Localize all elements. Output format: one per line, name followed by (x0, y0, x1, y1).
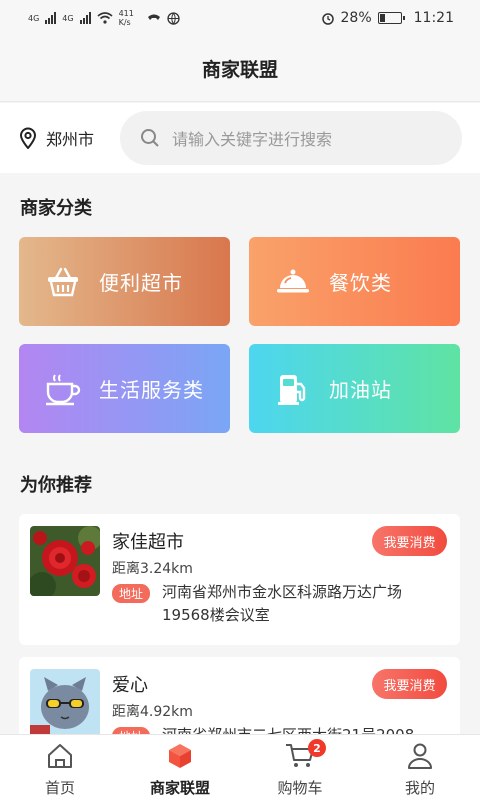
tab-cart[interactable]: 2 购物车 (240, 735, 360, 800)
shop-image-cat (30, 669, 100, 734)
shop-address: 河南省郑州市金水区科源路万达广场19568楼会议室 (162, 583, 403, 624)
address-badge: 地址 (112, 584, 151, 603)
coffee-cup-icon (45, 371, 81, 407)
wifi-icon (97, 12, 113, 24)
category-life-service[interactable]: 生活服务类 (19, 344, 230, 433)
search-icon (141, 129, 159, 147)
shop-image-roses (30, 526, 100, 596)
shop-address: 河南省郑州市二七区西大街21号2008 (162, 724, 447, 734)
city-label: 郑州市 (46, 130, 95, 149)
consume-button[interactable]: 我要消费 (372, 526, 447, 556)
category-catering[interactable]: 餐饮类 (249, 237, 460, 326)
page-title: 商家联盟 (201, 59, 278, 81)
signal-icon-2 (79, 12, 91, 24)
cube-icon (166, 741, 194, 771)
basket-icon (45, 264, 81, 300)
category-gas-station[interactable]: 加油站 (249, 344, 460, 433)
network-speed: 411 K/s (118, 9, 134, 27)
shop-name: 家佳超市 (112, 532, 184, 553)
shop-name: 爱心 (112, 675, 148, 696)
category-label: 生活服务类 (99, 378, 204, 402)
network-label-2: 4G (62, 13, 74, 23)
tab-label: 商家联盟 (149, 779, 210, 797)
battery-percent: 28% (340, 10, 372, 26)
status-bar: 4G 4G 411 K/s 28% 11:21 (0, 0, 480, 36)
home-icon (46, 741, 74, 771)
location-pin-icon (19, 127, 37, 149)
phone-icon (147, 14, 160, 20)
category-label: 加油站 (329, 378, 392, 402)
nav-header: 商家联盟 (0, 36, 480, 102)
consume-button[interactable]: 我要消费 (372, 669, 447, 699)
globe-icon (166, 11, 180, 25)
battery-fill (379, 14, 385, 22)
shop-card[interactable]: 家佳超市 距离3.24km 地址 河南省郑州市金水区科源路万达广场19568楼会… (19, 514, 460, 645)
cart-count-badge: 2 (308, 739, 326, 757)
search-placeholder: 请输入关键字进行搜索 (172, 130, 333, 149)
shop-distance: 距离3.24km (112, 561, 193, 577)
clock: 11:21 (413, 10, 454, 26)
search-row: 郑州市 请输入关键字进行搜索 (0, 103, 480, 173)
status-right: 28% 11:21 (321, 10, 454, 26)
category-label: 便利超市 (99, 271, 183, 295)
shop-distance: 距离4.92km (112, 704, 193, 720)
category-convenience-store[interactable]: 便利超市 (19, 237, 230, 326)
tab-home[interactable]: 首页 (0, 735, 120, 800)
status-left: 4G 4G 411 K/s (28, 9, 180, 27)
tab-mine[interactable]: 我的 (360, 735, 480, 800)
battery-icon (377, 12, 405, 24)
tab-label: 购物车 (277, 779, 323, 797)
signal-icon (45, 12, 57, 24)
user-icon (407, 741, 433, 771)
city-selector[interactable]: 郑州市 (18, 126, 120, 150)
food-cloche-icon (275, 264, 311, 300)
network-label-1: 4G (28, 13, 40, 23)
alarm-icon (321, 13, 334, 25)
address-badge: 地址 (112, 727, 151, 734)
recommend-section: 为你推荐 家佳超市 距离3.24km 地址 河南省郑州市金水区科源路万达广场19… (0, 444, 480, 734)
category-section: 商家分类 便利超市 餐饮类 生活服务类 加油站 (0, 174, 480, 444)
tab-label: 我的 (404, 779, 435, 797)
search-input[interactable]: 请输入关键字进行搜索 (120, 111, 462, 165)
shop-card[interactable]: 爱心 距离4.92km 地址 河南省郑州市二七区西大街21号2008 我要消费 (19, 657, 460, 734)
gas-pump-icon (275, 371, 311, 407)
bottom-tab-bar: 首页 商家联盟 2 购物车 我的 (0, 734, 480, 800)
category-label: 餐饮类 (329, 271, 392, 295)
recommend-section-title: 为你推荐 (20, 475, 92, 496)
tab-label: 首页 (44, 779, 75, 797)
tab-merchant-alliance[interactable]: 商家联盟 (120, 735, 240, 800)
category-section-title: 商家分类 (20, 198, 92, 219)
